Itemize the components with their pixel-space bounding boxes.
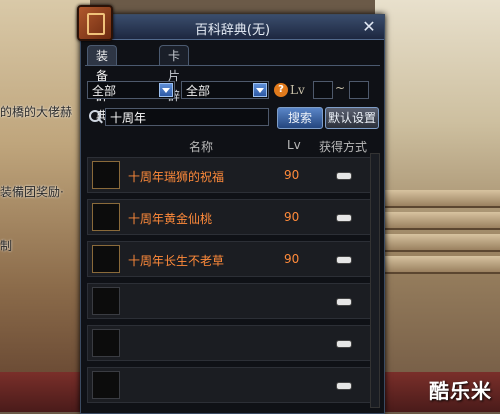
subcategory-select-value: 全部 — [186, 84, 211, 98]
search-icon — [89, 110, 103, 124]
source-dash-icon[interactable] — [336, 298, 352, 306]
book-icon — [77, 5, 113, 41]
item-slot-icon[interactable] — [92, 329, 120, 357]
tab-divider — [85, 65, 380, 66]
item-slot-icon[interactable] — [92, 287, 120, 315]
scene-npc-text: 装備团奖励· — [0, 185, 64, 199]
stair-step — [380, 212, 500, 230]
item-slot-icon[interactable] — [92, 203, 120, 231]
column-header-lv: Lv — [287, 138, 301, 152]
encyclopedia-window: 百科辞典(无) ✕ 装备辞典 卡片辞典 全部 全部 ? Lv ~ 搜索 默认设置… — [77, 5, 385, 414]
chevron-down-icon[interactable] — [159, 83, 173, 97]
category-select[interactable]: 全部 — [87, 81, 175, 99]
window-title: 百科辞典(无) — [194, 23, 271, 38]
item-name: 十周年瑞狮的祝福 — [128, 170, 225, 184]
source-dash-icon[interactable] — [336, 172, 352, 180]
column-header-name: 名称 — [189, 140, 214, 154]
table-row[interactable]: 十周年瑞狮的祝福 90 — [87, 157, 374, 193]
reset-defaults-button[interactable]: 默认设置 — [325, 107, 379, 129]
level-max-input[interactable] — [349, 81, 369, 99]
source-dash-icon[interactable] — [336, 382, 352, 390]
scene-npc-text: 的橋的大佬赫 — [0, 105, 73, 119]
source-dash-icon[interactable] — [336, 214, 352, 222]
close-button[interactable]: ✕ — [360, 18, 378, 36]
item-slot-icon[interactable] — [92, 371, 120, 399]
help-icon[interactable]: ? — [274, 83, 288, 97]
tab-equipment[interactable]: 装备辞典 — [87, 45, 118, 123]
tab-cards[interactable]: 卡片辞典 — [159, 45, 190, 123]
source-dash-icon[interactable] — [336, 256, 352, 264]
table-row[interactable]: 十周年黄金仙桃 90 — [87, 199, 374, 235]
stair-step — [380, 256, 500, 274]
item-slot-icon[interactable] — [92, 245, 120, 273]
table-row[interactable] — [87, 367, 374, 403]
scene-npc-text: 制 — [0, 239, 13, 253]
item-level: 90 — [284, 210, 300, 224]
table-row[interactable] — [87, 283, 374, 319]
scrollbar[interactable] — [370, 153, 380, 408]
column-header-source: 获得方式 — [319, 140, 368, 154]
item-slot-icon[interactable] — [92, 161, 120, 189]
search-input[interactable] — [105, 108, 269, 126]
subcategory-select[interactable]: 全部 — [181, 81, 269, 99]
source-dash-icon[interactable] — [336, 340, 352, 348]
stair-step — [380, 234, 500, 252]
scene-left-wall — [0, 0, 90, 412]
window-titlebar[interactable]: 百科辞典(无) ✕ — [81, 15, 384, 40]
table-header: 名称 Lv 获得方式 — [87, 136, 380, 154]
level-range-separator: ~ — [335, 81, 346, 95]
search-button[interactable]: 搜索 — [277, 107, 323, 129]
item-name: 十周年长生不老草 — [128, 254, 225, 268]
category-select-value: 全部 — [92, 84, 117, 98]
item-level: 90 — [284, 252, 300, 266]
stair-step — [380, 190, 500, 208]
item-name: 十周年黄金仙桃 — [128, 212, 213, 226]
level-filter-label: Lv — [290, 83, 305, 97]
chevron-down-icon[interactable] — [253, 83, 267, 97]
level-min-input[interactable] — [313, 81, 333, 99]
table-row[interactable]: 十周年长生不老草 90 — [87, 241, 374, 277]
table-row[interactable] — [87, 325, 374, 361]
item-level: 90 — [284, 168, 300, 182]
watermark-logo: 酷乐米 — [429, 379, 492, 403]
